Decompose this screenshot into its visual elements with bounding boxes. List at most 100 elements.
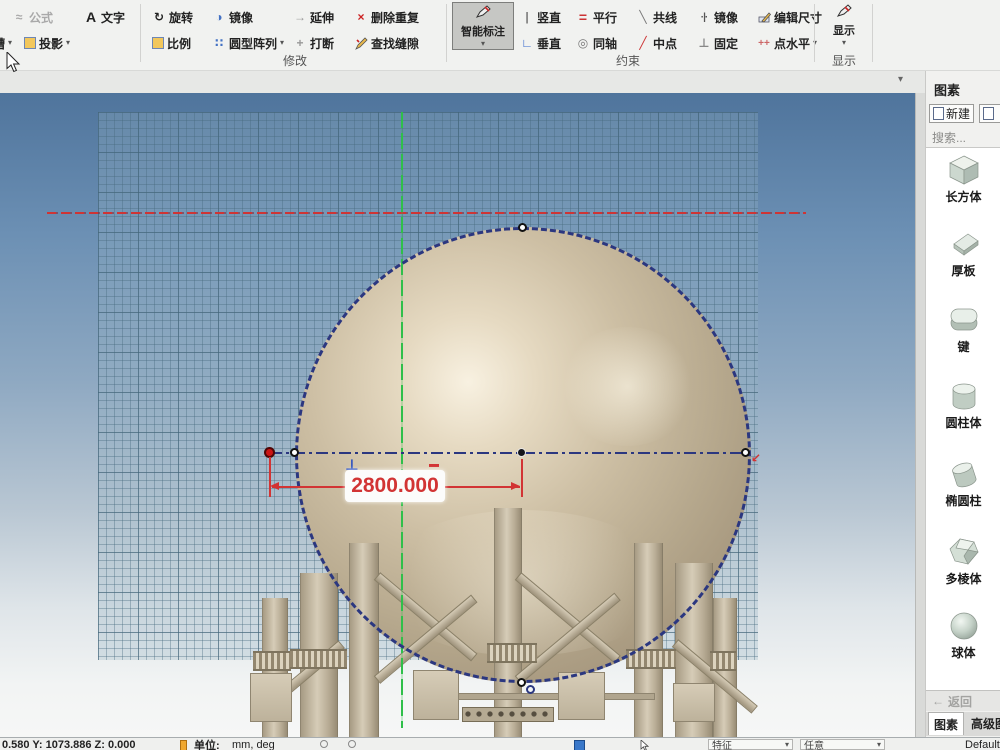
modify-group-label: 修改 — [283, 52, 307, 69]
scale-button[interactable]: 比例 — [152, 33, 191, 53]
constraint-vertical-button[interactable]: | 竖直 — [520, 7, 561, 27]
group-divider — [140, 4, 141, 62]
coordinate-readout: 0.580 Y: 1073.886 Z: 0.000 — [2, 738, 136, 750]
selection-filter-dropdown[interactable]: 特征 ▾ — [708, 739, 793, 750]
point-horizontal-icon: ++ — [757, 38, 771, 49]
group-divider — [872, 4, 873, 62]
constraint-midpoint-button[interactable]: ╱ 中点 — [636, 33, 677, 53]
list-item-elliptic-cylinder[interactable]: 椭圆柱 — [926, 458, 1000, 509]
handle-bottom[interactable] — [517, 678, 526, 687]
select-tool-icon[interactable] — [640, 740, 649, 750]
render-mode-icon[interactable] — [574, 740, 585, 750]
constraint-perpendicular-button[interactable]: ∟ 垂直 — [520, 33, 561, 53]
open-catalog-button[interactable] — [979, 104, 1000, 123]
units-value: mm, deg — [232, 738, 275, 750]
constraint-mirror-button[interactable]: ·|· 镜像 — [697, 7, 738, 27]
projection-icon — [24, 37, 36, 49]
constraint-collinear-button[interactable]: ╲ 共线 — [636, 7, 677, 27]
circular-array-button[interactable]: ∷ 圆型阵列 ▾ — [212, 33, 284, 53]
snap-filter-dropdown[interactable]: 任意 ▾ — [800, 739, 885, 750]
list-item-cylinder[interactable]: 圆柱体 — [926, 380, 1000, 431]
formula-icon: ≈ — [12, 10, 26, 24]
parallel-constraint-icon: = — [576, 9, 590, 25]
display-button[interactable]: 显示 ▾ — [818, 2, 870, 48]
group-divider — [814, 4, 815, 62]
handle-right[interactable] — [741, 448, 750, 457]
find-gap-button[interactable]: 查找缝隙 — [354, 33, 419, 53]
chevron-down-icon: ▾ — [8, 39, 12, 47]
new-catalog-button[interactable]: 新建 — [929, 104, 974, 123]
footing-block[interactable] — [558, 672, 605, 720]
list-item-polyhedron[interactable]: 多棱体 — [926, 536, 1000, 587]
footing-block[interactable] — [673, 683, 715, 722]
list-item-box[interactable]: 长方体 — [926, 154, 1000, 205]
config-name[interactable]: Default — [965, 738, 1000, 750]
list-item-key[interactable]: 键 — [926, 304, 1000, 355]
chevron-down-icon: ▾ — [66, 39, 70, 47]
ribbon: ≈ 公式 A 文字 槽 ▾ 投影 ▾ ↻ 旋转 ◑ 镜像 → 延伸 — [0, 0, 1000, 71]
projection-button[interactable]: 投影 ▾ — [24, 33, 70, 53]
delete-duplicate-button[interactable]: × 删除重复 — [354, 7, 419, 27]
circular-array-icon: ∷ — [212, 36, 226, 50]
corner-mark-icon: ↙ — [751, 451, 761, 465]
edit-dimension-button[interactable]: 编辑尺寸 — [757, 7, 822, 27]
search-input[interactable]: 搜索... — [932, 129, 966, 146]
constraint-parallel-button[interactable]: = 平行 — [576, 7, 617, 27]
groove-button[interactable]: 槽 ▾ — [0, 33, 12, 53]
rotate-button[interactable]: ↻ 旋转 — [152, 7, 193, 27]
rotate-icon: ↻ — [152, 10, 166, 24]
center-point[interactable] — [517, 448, 526, 457]
smart-dimension-button[interactable]: 智能标注 ▾ — [452, 2, 514, 50]
text-button[interactable]: A 文字 — [84, 7, 125, 27]
constraint-fixed-button[interactable]: ⊥ 固定 — [697, 33, 738, 53]
find-gap-icon — [354, 37, 368, 50]
zoom-tool-icon[interactable] — [320, 740, 328, 748]
formula-button[interactable]: ≈ 公式 — [12, 7, 53, 27]
footing-block[interactable] — [250, 673, 292, 722]
perpendicular-constraint-icon: ∟ — [520, 36, 534, 50]
horizontal-sketch-axis[interactable] — [270, 452, 748, 454]
primitive-list: 长方体 厚板 键 圆柱体 椭圆柱 多棱体 — [926, 147, 1000, 690]
mirror-button[interactable]: ◑ 镜像 — [212, 7, 253, 27]
pan-tool-icon[interactable] — [348, 740, 356, 748]
elliptic-cylinder-icon — [926, 458, 1000, 490]
display-group-label: 显示 — [832, 52, 856, 69]
units-icon — [180, 740, 187, 750]
column-flange — [253, 651, 291, 671]
catalog-title: 图素 — [934, 80, 960, 99]
back-button[interactable]: ← 返回 — [926, 690, 1000, 711]
scale-icon — [152, 37, 164, 49]
break-button[interactable]: + 打断 — [293, 33, 334, 53]
status-bar: 0.580 Y: 1073.886 Z: 0.000 单位: mm, deg 特… — [0, 737, 1000, 750]
sphere-icon — [926, 610, 1000, 642]
list-item-slab[interactable]: 厚板 — [926, 228, 1000, 279]
extend-icon: → — [293, 10, 307, 24]
extension-line-left — [269, 457, 271, 497]
tab-primitives[interactable]: 图素 — [928, 712, 964, 735]
extend-button[interactable]: → 延伸 — [293, 7, 334, 27]
text-icon: A — [84, 9, 98, 25]
extension-line-right — [521, 459, 523, 497]
collapse-chevron-icon[interactable]: ▾ — [898, 74, 903, 85]
mirror-constraint-icon: ·|· — [697, 12, 711, 23]
constraint-coaxial-button[interactable]: ◎ 同轴 — [576, 33, 617, 53]
list-item-sphere[interactable]: 球体 — [926, 610, 1000, 661]
smart-dimension-icon — [475, 5, 491, 22]
fixed-constraint-icon: ⊥ — [697, 36, 711, 50]
column-flange — [290, 649, 347, 669]
point-horizontal-button[interactable]: ++ 点水平 ▾ — [757, 33, 817, 53]
tab-advanced-primitives[interactable]: 高级图素 — [966, 712, 1000, 734]
bolt-row — [462, 707, 554, 722]
mirror-icon: ◑ — [212, 10, 226, 24]
slab-icon — [926, 228, 1000, 260]
chevron-down-icon: ▾ — [785, 741, 789, 749]
handle-left[interactable] — [290, 448, 299, 457]
chevron-down-icon: ▾ — [280, 39, 284, 47]
footing-block[interactable] — [413, 670, 459, 720]
column-flange — [710, 651, 736, 671]
3d-viewport[interactable]: ↙ ⊥ 2800.000 — [0, 93, 915, 737]
dimension-value-label[interactable]: 2800.000 — [345, 470, 445, 502]
edit-dimension-icon — [757, 11, 771, 24]
catalog-panel: 图素 新建 搜索... 长方体 厚板 键 圆柱体 — [925, 71, 1000, 737]
handle-top[interactable] — [518, 223, 527, 232]
